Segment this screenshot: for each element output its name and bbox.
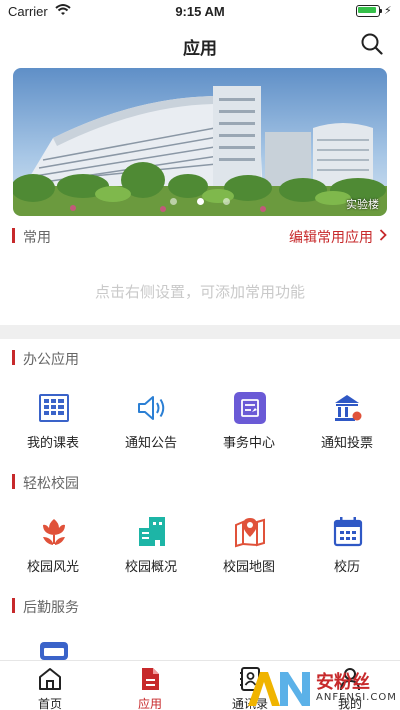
watermark-an-icon xyxy=(248,672,310,706)
vote-building-icon xyxy=(332,392,364,424)
clock-time: 9:15 AM xyxy=(175,4,225,19)
app-notices[interactable]: 通知公告 xyxy=(101,392,201,462)
calendar-icon xyxy=(332,516,364,548)
status-bar: Carrier 9:15 AM ⚡ xyxy=(0,0,400,24)
watermark-subtext: ANFENSI.COM xyxy=(316,692,397,703)
accent-bar xyxy=(12,228,15,243)
section-office: 办公应用 xyxy=(12,348,388,368)
tab-apps[interactable]: 应用 xyxy=(100,665,200,710)
watermark-logo: 安粉丝 ANFENSI.COM xyxy=(246,668,396,708)
speaker-icon xyxy=(136,392,168,424)
accent-bar xyxy=(12,598,15,613)
tab-label: 首页 xyxy=(37,697,62,710)
carousel-pager[interactable] xyxy=(13,190,387,209)
app-affairs-center[interactable]: 事务中心 xyxy=(199,392,299,462)
carousel-dot[interactable] xyxy=(170,198,178,205)
tab-home[interactable]: 首页 xyxy=(0,665,100,710)
battery-fill xyxy=(358,7,376,13)
app-screen: Carrier 9:15 AM ⚡ 应用 实验楼 常用 编辑常用应用 点击右侧设… xyxy=(0,0,400,710)
app-label: 校园地图 xyxy=(222,560,275,575)
document-icon xyxy=(138,667,162,691)
banner-caption: 实验楼 xyxy=(346,198,379,211)
task-board-icon xyxy=(234,392,266,424)
nav-bar: 应用 xyxy=(0,28,400,62)
edit-common-apps-label: 编辑常用应用 xyxy=(289,230,373,246)
home-icon xyxy=(38,667,62,691)
section-separator xyxy=(0,325,400,339)
section-title: 后勤服务 xyxy=(23,600,79,616)
app-label: 校历 xyxy=(333,560,360,575)
app-my-timetable[interactable]: 我的课表 xyxy=(3,392,103,462)
banner-carousel[interactable]: 实验楼 xyxy=(13,68,387,216)
section-title: 轻松校园 xyxy=(23,476,79,492)
section-campus: 轻松校园 xyxy=(12,472,388,492)
buildings-icon xyxy=(136,516,168,548)
map-pin-icon xyxy=(234,516,266,548)
campus-apps-grid: 校园风光 校园概况 校园地图 校历 xyxy=(0,516,400,586)
accent-bar xyxy=(12,350,15,365)
app-school-calendar[interactable]: 校历 xyxy=(297,516,397,586)
app-label: 通知公告 xyxy=(124,436,177,451)
office-apps-grid: 我的课表 通知公告 事务中心 通知投票 xyxy=(0,392,400,462)
battery-icon: ⚡ xyxy=(356,4,392,19)
accent-bar xyxy=(12,474,15,489)
empty-common-hint: 点击右侧设置，可添加常用功能 xyxy=(94,283,305,301)
section-title: 办公应用 xyxy=(23,352,79,368)
watermark-text: 安粉丝 xyxy=(316,672,370,693)
app-label: 事务中心 xyxy=(222,436,275,451)
app-vote[interactable]: 通知投票 xyxy=(297,392,397,462)
app-label: 校园概况 xyxy=(124,560,177,575)
chevron-right-icon xyxy=(379,229,387,245)
app-campus-map[interactable]: 校园地图 xyxy=(199,516,299,586)
app-campus-scenery[interactable]: 校园风光 xyxy=(3,516,103,586)
section-logistics: 后勤服务 xyxy=(12,596,388,616)
page-title: 应用 xyxy=(183,39,217,59)
carousel-dot[interactable] xyxy=(222,198,230,205)
edit-common-apps-link[interactable]: 编辑常用应用 xyxy=(289,227,387,247)
app-label: 通知投票 xyxy=(320,436,373,451)
tab-label: 应用 xyxy=(137,697,162,710)
calendar-grid-icon xyxy=(38,392,70,424)
flower-icon xyxy=(38,516,70,548)
logistics-app-partial[interactable] xyxy=(38,640,70,660)
app-campus-overview[interactable]: 校园概况 xyxy=(101,516,201,586)
search-icon[interactable] xyxy=(360,32,384,56)
app-label: 校园风光 xyxy=(26,560,79,575)
carousel-dot-active[interactable] xyxy=(196,198,204,205)
app-label: 我的课表 xyxy=(26,436,79,451)
section-title: 常用 xyxy=(23,230,51,246)
